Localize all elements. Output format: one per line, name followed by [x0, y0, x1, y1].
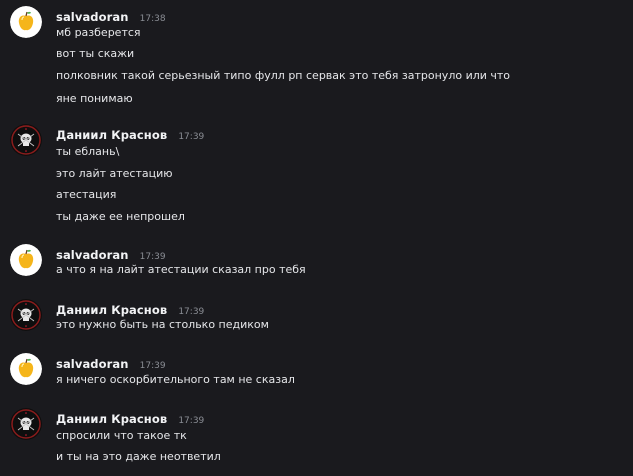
message-text: ты даже ее непрошел [56, 210, 185, 223]
message-header: Даниил Краснов 17:39 [56, 299, 204, 317]
avatar[interactable] [10, 244, 42, 276]
golden-apple-icon [10, 6, 42, 38]
message-header: salvadoran 17:39 [56, 353, 166, 371]
message-text: атестация [56, 188, 117, 201]
skull-emblem-icon [10, 408, 42, 440]
chat-message-list: salvadoran 17:38 мб разберется вот ты ск… [0, 0, 633, 476]
message-text: это лайт атестацию [56, 167, 173, 180]
message-text: яне понимаю [56, 92, 133, 105]
skull-emblem-icon [10, 299, 42, 331]
message-header: salvadoran 17:39 [56, 244, 166, 262]
message-header: Даниил Краснов 17:39 [56, 124, 204, 142]
avatar[interactable] [10, 408, 42, 440]
avatar[interactable] [10, 124, 42, 156]
username[interactable]: salvadoran [56, 248, 129, 262]
username[interactable]: Даниил Краснов [56, 303, 167, 317]
message-header: salvadoran 17:38 [56, 6, 166, 24]
username[interactable]: salvadoran [56, 10, 129, 24]
username[interactable]: salvadoran [56, 357, 129, 371]
username[interactable]: Даниил Краснов [56, 412, 167, 426]
message-text: это нужно быть на столько педиком [56, 318, 269, 331]
message-text: полковник такой серьезный типо фулл рп с… [56, 69, 511, 82]
skull-emblem-icon [10, 124, 42, 156]
golden-apple-icon [10, 353, 42, 385]
avatar[interactable] [10, 299, 42, 331]
message-header: Даниил Краснов 17:39 [56, 408, 204, 426]
username[interactable]: Даниил Краснов [56, 128, 167, 142]
message-text: а что я на лайт атестации сказал про теб… [56, 263, 306, 276]
timestamp: 17:39 [178, 307, 205, 317]
message-text: ты еблань\ [56, 145, 120, 158]
timestamp: 17:39 [178, 416, 205, 426]
message-text: и ты на это даже неответил [56, 450, 221, 463]
timestamp: 17:39 [178, 132, 205, 142]
message-text: мб разберется [56, 26, 141, 39]
message-text: спросили что такое тк [56, 429, 187, 442]
avatar[interactable] [10, 6, 42, 38]
timestamp: 17:39 [139, 361, 166, 371]
golden-apple-icon [10, 244, 42, 276]
message-text: я ничего оскорбительного там не сказал [56, 373, 295, 386]
timestamp: 17:39 [139, 252, 166, 262]
timestamp: 17:38 [139, 14, 166, 24]
avatar[interactable] [10, 353, 42, 385]
message-text: вот ты скажи [56, 47, 135, 60]
